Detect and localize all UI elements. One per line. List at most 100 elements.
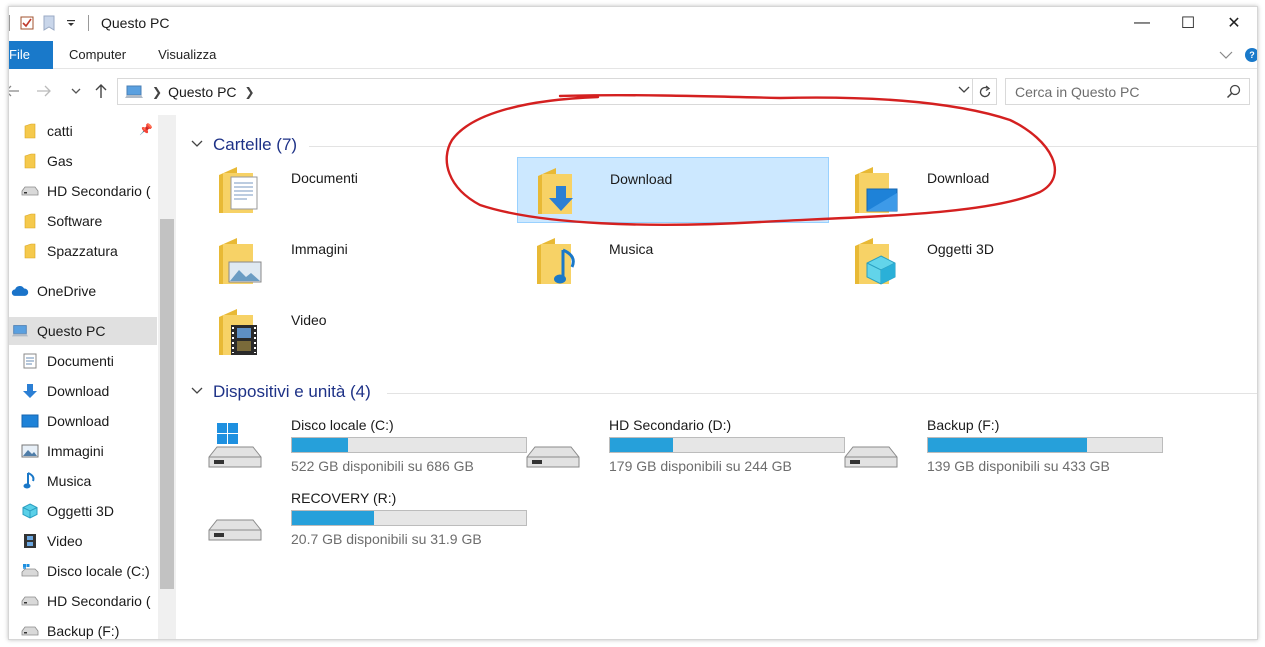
drive-tile-r[interactable]: RECOVERY (R:) 20.7 GB disponibili su 31.… xyxy=(199,490,527,556)
folder-label: Video xyxy=(291,312,327,328)
sidebar-item-label: Download xyxy=(47,383,110,399)
help-icon[interactable]: ? xyxy=(1245,48,1257,62)
drive-tile-d[interactable]: HD Secondario (D:) 179 GB disponibili su… xyxy=(517,417,845,483)
folder-tile-desktop-download[interactable]: Download xyxy=(835,157,1147,223)
folder-tile-musica[interactable]: Musica xyxy=(517,228,829,294)
documents-folder-icon xyxy=(219,167,258,213)
drive-usage-bar xyxy=(927,437,1163,453)
sidebar-item-oggetti-3d[interactable]: Oggetti 3D xyxy=(9,497,157,525)
windows-drive-icon xyxy=(21,562,39,580)
breadcrumb-separator-icon[interactable]: ❯ xyxy=(152,85,162,99)
sidebar-item-label: Spazzatura xyxy=(47,243,118,259)
cube-icon xyxy=(21,502,39,520)
tab-file[interactable]: File xyxy=(9,40,53,69)
folder-tile-immagini[interactable]: Immagini xyxy=(199,228,511,294)
tab-visualizza[interactable]: Visualizza xyxy=(142,41,232,69)
sidebar-scrollbar[interactable] xyxy=(158,115,176,639)
forward-arrow-icon[interactable] xyxy=(33,79,55,103)
music-icon xyxy=(21,472,39,490)
search-icon[interactable] xyxy=(1226,84,1241,102)
pin-icon[interactable]: 📌 xyxy=(139,123,153,136)
drive-name: HD Secondario (D:) xyxy=(609,417,732,433)
desktop-icon xyxy=(21,412,39,430)
folder-tile-video[interactable]: Video xyxy=(199,299,511,365)
sidebar-item-label: Backup (F:) xyxy=(47,623,120,639)
customize-toolbar-chevron-icon[interactable] xyxy=(60,12,82,34)
collapse-chevron-icon[interactable] xyxy=(191,139,203,151)
sidebar-item-hd-secondario[interactable]: HD Secondario ( xyxy=(9,177,157,205)
folder-tile-download[interactable]: Download xyxy=(517,157,829,223)
computer-icon xyxy=(124,84,144,100)
sidebar-item-gas[interactable]: Gas xyxy=(9,147,157,175)
address-bar[interactable]: ❯ Questo PC ❯ xyxy=(117,78,997,105)
drive-tile-f[interactable]: Backup (F:) 139 GB disponibili su 433 GB xyxy=(835,417,1163,483)
address-dropdown-icon[interactable] xyxy=(958,83,970,97)
sidebar-item-desktop-download[interactable]: Download xyxy=(9,407,157,435)
quick-access-toolbar xyxy=(9,7,95,39)
folders-group-header[interactable]: Cartelle (7) xyxy=(191,135,297,155)
folder-label: Download xyxy=(610,171,673,187)
desktop-folder-icon xyxy=(855,167,898,213)
folder-tile-oggetti-3d[interactable]: Oggetti 3D xyxy=(835,228,1147,294)
sidebar-item-onedrive[interactable]: OneDrive xyxy=(9,277,157,305)
drive-name: Disco locale (C:) xyxy=(291,417,394,433)
recent-locations-chevron-icon[interactable] xyxy=(65,79,87,103)
breadcrumb-separator-icon[interactable]: ❯ xyxy=(245,85,255,99)
search-input[interactable] xyxy=(1015,83,1220,100)
expand-ribbon-chevron-icon[interactable] xyxy=(1219,47,1233,63)
folder-tile-documenti[interactable]: Documenti xyxy=(199,157,511,223)
new-folder-icon[interactable] xyxy=(38,12,60,34)
sidebar-item-musica[interactable]: Musica xyxy=(9,467,157,495)
collapse-chevron-icon[interactable] xyxy=(191,386,203,398)
sidebar-item-backup[interactable]: Backup (F:) xyxy=(9,617,157,639)
properties-icon[interactable] xyxy=(16,12,38,34)
sidebar-item-label: HD Secondario ( xyxy=(47,593,151,609)
drive-space-info: 522 GB disponibili su 686 GB xyxy=(291,458,474,474)
drive-usage-fill xyxy=(928,438,1088,452)
toolbar-divider xyxy=(88,15,89,31)
sidebar-item-label: HD Secondario ( xyxy=(47,183,151,199)
sidebar-item-label: Immagini xyxy=(47,443,104,459)
sidebar-item-label: Disco locale (C:) xyxy=(47,563,150,579)
drive-usage-bar xyxy=(291,437,527,453)
up-arrow-icon[interactable] xyxy=(90,79,112,103)
refresh-icon[interactable] xyxy=(972,79,996,104)
music-folder-icon xyxy=(537,238,575,284)
sidebar-item-immagini[interactable]: Immagini xyxy=(9,437,157,465)
breadcrumb-questo-pc[interactable]: Questo PC xyxy=(168,84,236,100)
minimize-button[interactable]: — xyxy=(1119,7,1165,39)
drive-icon xyxy=(526,446,580,468)
sidebar-item-questo-pc[interactable]: Questo PC xyxy=(9,317,157,345)
window-title: Questo PC xyxy=(101,15,170,31)
back-arrow-icon[interactable] xyxy=(9,79,23,103)
file-explorer-window: Questo PC — ☐ ✕ File Computer Visualizza… xyxy=(8,6,1258,640)
sidebar-item-documenti[interactable]: Documenti xyxy=(9,347,157,375)
scrollbar-thumb[interactable] xyxy=(160,219,174,589)
sidebar-item-hd-secondario-2[interactable]: HD Secondario ( xyxy=(9,587,157,615)
download-icon xyxy=(21,382,39,400)
folder-icon xyxy=(21,242,39,260)
sidebar-item-catti[interactable]: catti 📌 xyxy=(9,117,157,145)
sidebar-item-download[interactable]: Download xyxy=(9,377,157,405)
search-box[interactable] xyxy=(1005,78,1250,105)
sidebar-item-label: Questo PC xyxy=(37,323,106,339)
folder-label: Oggetti 3D xyxy=(927,241,994,257)
sidebar-item-video[interactable]: Video xyxy=(9,527,157,555)
picture-icon xyxy=(21,442,39,460)
close-button[interactable]: ✕ xyxy=(1211,7,1257,39)
drive-name: Backup (F:) xyxy=(927,417,1000,433)
devices-group-header[interactable]: Dispositivi e unità (4) xyxy=(191,382,371,402)
drive-icon xyxy=(21,182,39,200)
sidebar-item-disco-locale[interactable]: Disco locale (C:) xyxy=(9,557,157,585)
tab-computer[interactable]: Computer xyxy=(53,41,142,69)
drive-tile-c[interactable]: Disco locale (C:) 522 GB disponibili su … xyxy=(199,417,527,483)
sidebar-item-label: Gas xyxy=(47,153,73,169)
video-folder-icon xyxy=(219,309,257,355)
drive-usage-fill xyxy=(610,438,674,452)
window-controls: — ☐ ✕ xyxy=(1119,7,1257,39)
sidebar-item-spazzatura[interactable]: Spazzatura xyxy=(9,237,157,265)
drive-icon xyxy=(21,622,39,639)
sidebar-item-software[interactable]: Software xyxy=(9,207,157,235)
sidebar-item-label: Video xyxy=(47,533,83,549)
maximize-button[interactable]: ☐ xyxy=(1165,7,1211,39)
